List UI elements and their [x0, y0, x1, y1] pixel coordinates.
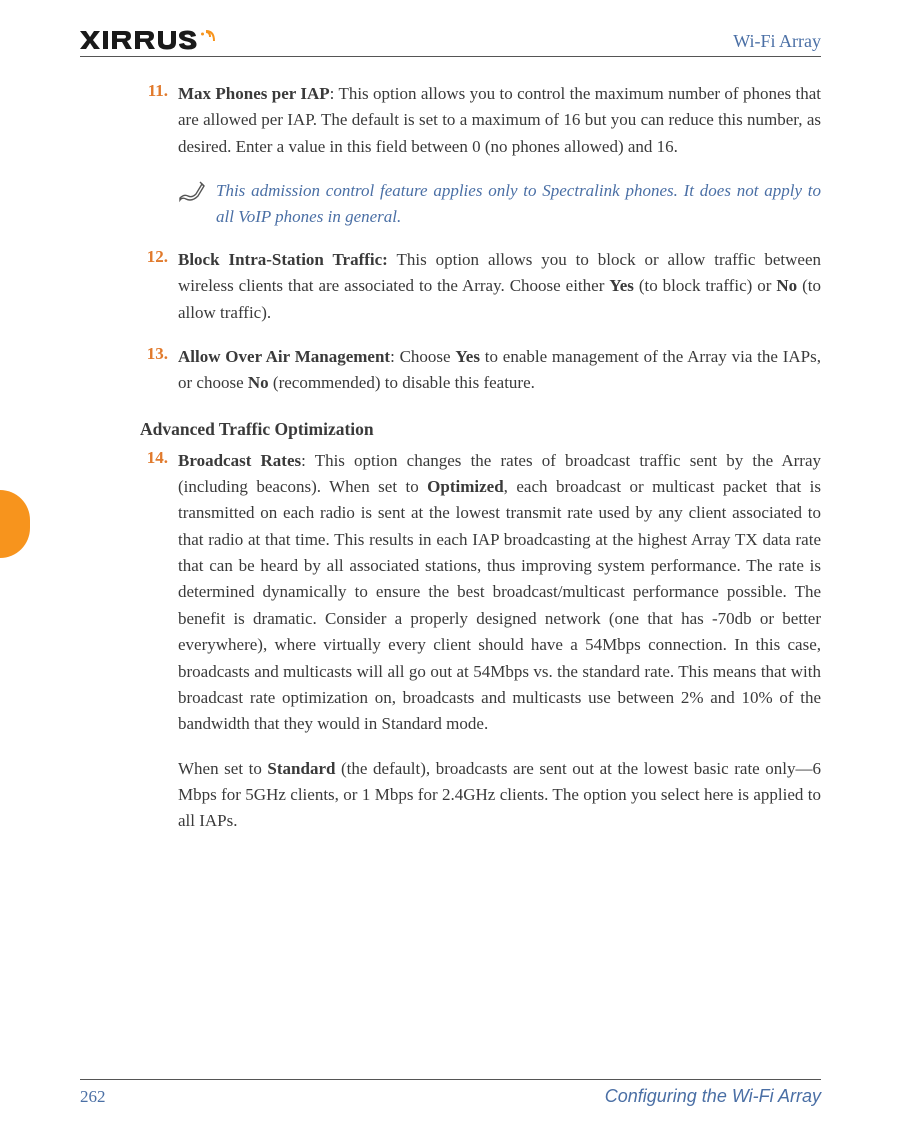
- item-body: Max Phones per IAP: This option allows y…: [178, 81, 821, 160]
- item-title: Max Phones per IAP: [178, 84, 330, 103]
- note-text: This admission control feature applies o…: [216, 178, 821, 229]
- item-body: Allow Over Air Management: Choose Yes to…: [178, 344, 821, 397]
- item-number: 13.: [140, 344, 178, 397]
- item-body: Block Intra-Station Traffic: This option…: [178, 247, 821, 326]
- item-title: Broadcast Rates: [178, 451, 301, 470]
- item-title: Block Intra-Station Traffic:: [178, 250, 388, 269]
- page-number: 262: [80, 1087, 106, 1107]
- list-item-11: 11. Max Phones per IAP: This option allo…: [140, 81, 821, 160]
- list-item-14: 14. Broadcast Rates: This option changes…: [140, 448, 821, 738]
- item-title: Allow Over Air Management: [178, 347, 390, 366]
- page-content: 11. Max Phones per IAP: This option allo…: [80, 81, 821, 835]
- note-block: This admission control feature applies o…: [178, 178, 821, 229]
- section-tab: [0, 490, 30, 558]
- item-text: This option changes the rates of broadca…: [178, 451, 821, 733]
- list-item-12: 12. Block Intra-Station Traffic: This op…: [140, 247, 821, 326]
- page-footer: 262 Configuring the Wi-Fi Array: [80, 1079, 821, 1107]
- item-sep: :: [390, 347, 400, 366]
- item-number: 14.: [140, 448, 178, 738]
- footer-title: Configuring the Wi-Fi Array: [605, 1086, 821, 1107]
- page-header: Wi-Fi Array: [80, 28, 821, 57]
- header-title: Wi-Fi Array: [733, 31, 821, 52]
- brand-logo: [80, 28, 220, 52]
- item-number: 11.: [140, 81, 178, 160]
- section-heading: Advanced Traffic Optimization: [140, 419, 821, 440]
- pencil-note-icon: [178, 178, 216, 209]
- item-body: Broadcast Rates: This option changes the…: [178, 448, 821, 738]
- item-sep: :: [301, 451, 315, 470]
- item-number: 12.: [140, 247, 178, 326]
- list-item-13: 13. Allow Over Air Management: Choose Ye…: [140, 344, 821, 397]
- xirrus-logo-icon: [80, 28, 220, 52]
- item-14-para2: When set to Standard (the default), broa…: [178, 756, 821, 835]
